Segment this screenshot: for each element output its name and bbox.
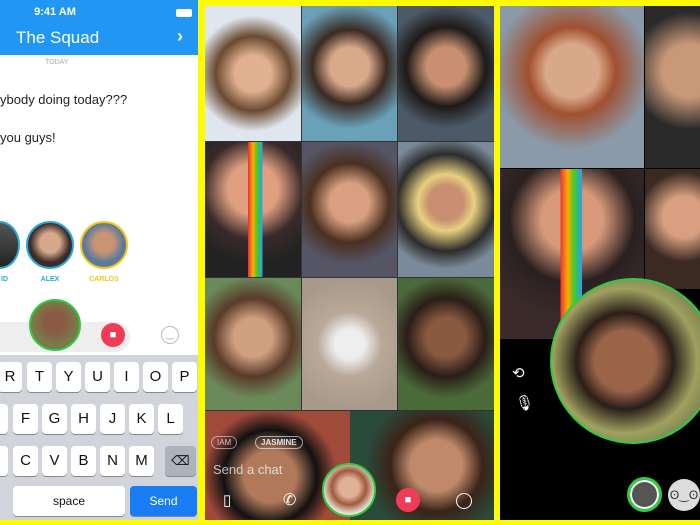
- key[interactable]: C: [13, 446, 38, 476]
- video-icon[interactable]: ■: [396, 488, 420, 512]
- key[interactable]: H: [71, 404, 96, 434]
- key[interactable]: I: [114, 362, 139, 392]
- key[interactable]: L: [158, 404, 183, 434]
- avatar[interactable]: [26, 221, 74, 269]
- chat-screen: 9:41 AM The Squad › TODAY ybody doing to…: [0, 0, 198, 520]
- capture-button[interactable]: [627, 477, 662, 512]
- video-call-screen: ⟲ 🎙 ʘ‿ʘ: [500, 6, 700, 520]
- key[interactable]: N: [100, 446, 125, 476]
- space-key[interactable]: space: [13, 486, 125, 516]
- key[interactable]: M: [129, 446, 154, 476]
- participant-name: ALEX: [40, 276, 60, 283]
- participant-video[interactable]: [302, 6, 397, 141]
- date-label: TODAY: [45, 59, 69, 66]
- flip-camera-icon[interactable]: ⟲: [512, 364, 525, 382]
- lens-icon[interactable]: ʘ‿ʘ: [668, 479, 700, 511]
- avatar[interactable]: [80, 221, 128, 269]
- participant-video[interactable]: [205, 278, 301, 410]
- avatar[interactable]: [0, 221, 20, 269]
- message: you guys!: [0, 130, 56, 145]
- key[interactable]: G: [42, 404, 67, 434]
- key[interactable]: B: [71, 446, 96, 476]
- key[interactable]: U: [85, 362, 110, 392]
- self-video-bubble[interactable]: [550, 278, 700, 444]
- participant-video[interactable]: [205, 142, 301, 277]
- key[interactable]: R: [0, 362, 22, 392]
- key[interactable]: F: [13, 404, 38, 434]
- microphone-icon[interactable]: 🎙: [515, 394, 534, 412]
- participant-video[interactable]: [205, 6, 301, 141]
- video-icon[interactable]: ■: [101, 323, 125, 347]
- chevron-right-icon[interactable]: ›: [177, 26, 183, 47]
- key[interactable]: J: [100, 404, 125, 434]
- emoji-icon[interactable]: ‿: [161, 326, 179, 344]
- emoji-icon[interactable]: [456, 493, 472, 509]
- participant-video[interactable]: [645, 6, 700, 168]
- key[interactable]: T: [27, 362, 52, 392]
- key[interactable]: V: [42, 446, 67, 476]
- send-button[interactable]: Send: [130, 486, 197, 516]
- status-time: 9:41 AM: [34, 6, 76, 18]
- participant-video[interactable]: [398, 6, 494, 141]
- participant-name: CARLOS: [89, 276, 119, 283]
- chat-title[interactable]: The Squad: [16, 28, 99, 48]
- message: ybody doing today???: [0, 92, 128, 107]
- participant-video[interactable]: [398, 142, 494, 277]
- key[interactable]: Y: [56, 362, 81, 392]
- phone-icon[interactable]: ✆: [283, 490, 296, 510]
- key[interactable]: O: [143, 362, 168, 392]
- participant-chip[interactable]: JASMINE: [255, 436, 303, 449]
- key[interactable]: [0, 446, 8, 476]
- key[interactable]: P: [172, 362, 197, 392]
- self-video-bubble[interactable]: [29, 299, 81, 351]
- battery-icon: [176, 9, 192, 17]
- group-video-grid: IAM JASMINE Send a chat ▯ ✆ ■: [205, 6, 494, 520]
- keyboard: R T Y U I O P F G H J K L C V B N M ⌫ sp…: [0, 355, 198, 520]
- chat-input[interactable]: Send a chat: [213, 462, 282, 477]
- participant-name: ID: [1, 276, 8, 283]
- chat-header: 9:41 AM The Squad ›: [0, 0, 198, 55]
- cards-icon[interactable]: ▯: [223, 491, 231, 509]
- backspace-icon[interactable]: ⌫: [165, 446, 196, 476]
- participant-video[interactable]: [302, 278, 397, 410]
- participant-video[interactable]: [500, 6, 644, 168]
- participant-video[interactable]: [398, 278, 494, 410]
- participant-video[interactable]: [645, 169, 700, 289]
- self-video-bubble[interactable]: [322, 463, 376, 517]
- participant-chip[interactable]: IAM: [211, 436, 238, 449]
- key[interactable]: K: [129, 404, 154, 434]
- key[interactable]: [0, 404, 8, 434]
- participant-video[interactable]: [302, 142, 397, 277]
